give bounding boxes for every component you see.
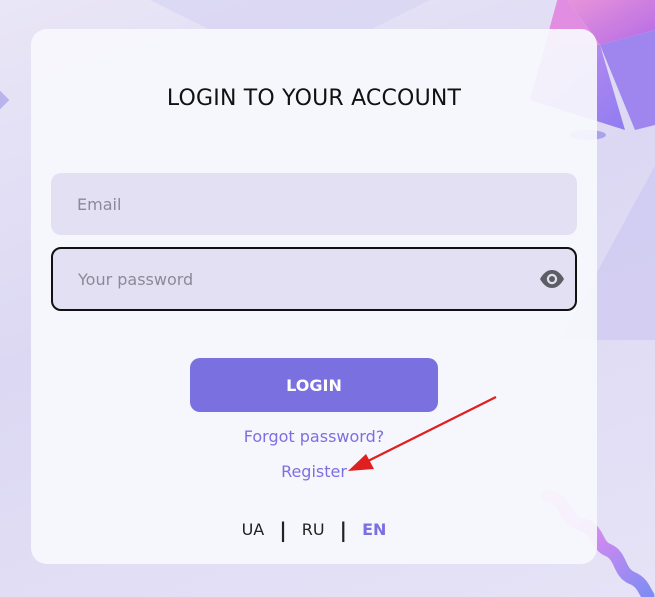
background-diamond-shape bbox=[0, 88, 10, 112]
register-row: Register bbox=[31, 462, 597, 481]
language-option-ru[interactable]: RU bbox=[302, 520, 325, 539]
password-field-container bbox=[51, 247, 577, 311]
page-title: LOGIN TO YOUR ACCOUNT bbox=[166, 86, 462, 111]
email-field[interactable] bbox=[77, 173, 517, 235]
forgot-password-row: Forgot password? bbox=[31, 427, 597, 446]
language-separator: | bbox=[279, 518, 287, 542]
language-switcher: UA | RU | EN bbox=[31, 518, 597, 542]
email-field-container bbox=[51, 173, 577, 235]
register-link[interactable]: Register bbox=[281, 462, 347, 481]
language-option-en[interactable]: EN bbox=[362, 520, 386, 539]
eye-icon[interactable] bbox=[539, 267, 565, 291]
annotation-arrow bbox=[348, 396, 497, 471]
login-card: LOGIN TO YOUR ACCOUNT LOGIN Forgot passw… bbox=[31, 29, 597, 564]
language-separator: | bbox=[339, 518, 347, 542]
language-option-ua[interactable]: UA bbox=[242, 520, 265, 539]
password-field[interactable] bbox=[78, 249, 518, 309]
